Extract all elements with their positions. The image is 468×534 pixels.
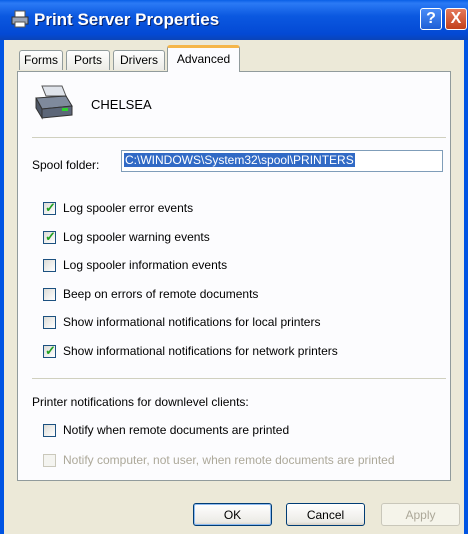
checkbox-label: Notify when remote documents are printed (63, 423, 290, 437)
checkbox-box[interactable] (43, 316, 56, 329)
apply-button: Apply (381, 503, 460, 526)
downlevel-clients-label: Printer notifications for downlevel clie… (32, 395, 249, 409)
tab-advanced[interactable]: Advanced (167, 45, 240, 72)
checkmark-icon: ✓ (45, 200, 56, 215)
checkbox-box[interactable] (43, 424, 56, 437)
advanced-panel (17, 71, 451, 481)
divider (32, 378, 446, 379)
tab-ports[interactable]: Ports (66, 50, 110, 70)
cancel-button[interactable]: Cancel (286, 503, 365, 526)
checkbox-label: Log spooler warning events (63, 230, 210, 244)
checkbox-box[interactable]: ✓ (43, 200, 56, 215)
tab-forms[interactable]: Forms (19, 50, 63, 70)
checkbox-label: Notify computer, not user, when remote d… (63, 453, 395, 467)
checkbox-label: Log spooler error events (63, 201, 194, 215)
spool-folder-label: Spool folder: (32, 158, 100, 172)
printer-icon (11, 10, 29, 28)
checkbox-label: Show informational notifications for net… (63, 344, 338, 358)
spool-folder-value: C:\WINDOWS\System32\spool\PRINTERS (124, 153, 355, 167)
tab-drivers[interactable]: Drivers (113, 50, 165, 70)
ok-button[interactable]: OK (193, 503, 272, 526)
title-bar[interactable]: Print Server Properties ? X (0, 0, 468, 40)
checkbox-box[interactable]: ✓ (43, 229, 56, 244)
help-button[interactable]: ? (420, 8, 442, 30)
checkbox-box (43, 454, 56, 467)
checkmark-icon: ✓ (45, 229, 56, 244)
checkbox-box[interactable] (43, 288, 56, 301)
checkbox-label: Log spooler information events (63, 258, 228, 272)
checkmark-icon: ✓ (45, 343, 56, 358)
checkbox-label: Show informational notifications for loc… (63, 315, 321, 329)
close-button[interactable]: X (445, 8, 467, 30)
print-server-icon (35, 85, 73, 120)
window-title: Print Server Properties (34, 10, 220, 29)
divider (32, 137, 446, 138)
checkbox-box[interactable]: ✓ (43, 343, 56, 358)
checkbox-label: Beep on errors of remote documents (63, 287, 259, 301)
server-name: CHELSEA (91, 97, 152, 112)
checkbox-box[interactable] (43, 259, 56, 272)
spool-folder-input[interactable]: C:\WINDOWS\System32\spool\PRINTERS (121, 150, 443, 172)
